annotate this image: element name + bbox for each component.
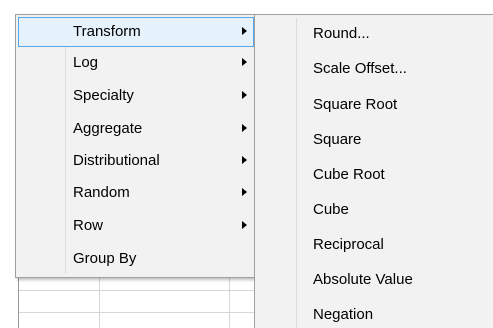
menu-item-label: Transform [73,23,141,40]
screen: Transform Log Specialty Aggregate Distri… [0,0,493,328]
chevron-right-icon [242,58,247,66]
submenu-item-label: Cube [313,201,349,218]
submenu-item-label: Reciprocal [313,236,384,253]
submenu-item-label: Square Root [313,96,398,113]
menu-item-group-by[interactable]: Group By [18,244,254,274]
submenu-item-label: Negation [313,306,374,323]
chevron-right-icon [242,27,247,35]
submenu-item-label: Cube Root [313,166,385,183]
submenu-item-negation[interactable]: Negation [257,298,491,328]
menu-item-specialty[interactable]: Specialty [18,81,254,111]
menu-item-label: Random [73,184,130,201]
submenu-item-label: Square [313,131,362,148]
submenu-item-scale-offset[interactable]: Scale Offset... [257,52,491,86]
submenu-item-label: Scale Offset... [313,60,407,77]
submenu-item-label: Absolute Value [313,271,413,288]
submenu-item-label: Round... [313,25,370,42]
menu-item-label: Row [73,217,104,234]
context-menu: Transform Log Specialty Aggregate Distri… [15,14,257,278]
submenu-item-square-root[interactable]: Square Root [257,88,491,122]
menu-item-log[interactable]: Log [18,48,254,78]
submenu-item-absolute-value[interactable]: Absolute Value [257,263,491,297]
menu-item-row[interactable]: Row [18,211,254,241]
submenu-item-square[interactable]: Square [257,123,491,157]
chevron-right-icon [242,124,247,132]
menu-item-aggregate[interactable]: Aggregate [18,114,254,144]
menu-item-label: Log [73,54,99,71]
menu-item-label: Distributional [73,152,160,169]
grid-row-divider [19,312,259,313]
chevron-right-icon [242,188,247,196]
submenu-item-reciprocal[interactable]: Reciprocal [257,228,491,262]
transform-submenu: Round... Scale Offset... Square Root Squ… [254,14,493,328]
chevron-right-icon [242,91,247,99]
submenu-item-round[interactable]: Round... [257,17,491,51]
menu-item-label: Group By [73,250,137,267]
submenu-item-cube-root[interactable]: Cube Root [257,158,491,192]
menu-item-label: Aggregate [73,120,143,137]
menu-item-transform[interactable]: Transform [18,17,254,47]
grid-row-divider [19,290,259,291]
menu-item-random[interactable]: Random [18,178,254,208]
chevron-right-icon [242,156,247,164]
chevron-right-icon [242,221,247,229]
menu-item-label: Specialty [73,87,134,104]
menu-item-distributional[interactable]: Distributional [18,146,254,176]
submenu-item-cube[interactable]: Cube [257,193,491,227]
